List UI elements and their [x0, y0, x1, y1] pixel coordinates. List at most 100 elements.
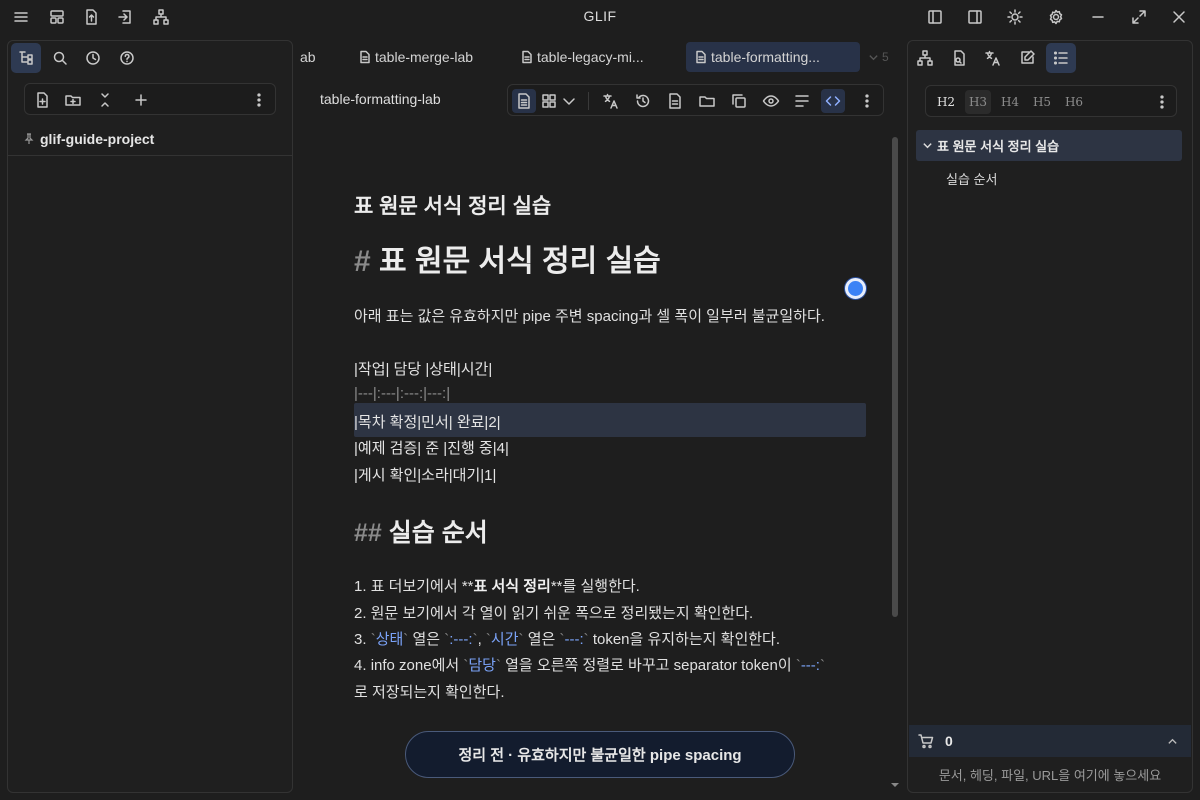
preview-eye-icon[interactable] [759, 89, 783, 113]
file-info-icon[interactable] [663, 89, 687, 113]
tab-previous[interactable]: ab [292, 42, 324, 72]
left-sidebar-toggle-icon[interactable] [924, 6, 946, 28]
right-sidebar-toggle-icon[interactable] [964, 6, 986, 28]
left-sidebar: glif-guide-project [7, 40, 293, 793]
list-text: 표 더보기에서 ** [370, 578, 474, 595]
grid-view-icon[interactable] [537, 89, 561, 113]
inline-code: 시간 [490, 631, 519, 648]
project-root-item[interactable]: glif-guide-project [8, 123, 292, 156]
right-sidebar: H2 H3 H4 H5 H6 표 원문 서식 정리 실습 실습 순서 0 문서,… [907, 40, 1193, 793]
source-code-icon[interactable] [821, 89, 845, 113]
drop-zone-hint[interactable]: 문서, 헤딩, 파일, URL을 여기에 놓으세요 [908, 765, 1192, 784]
translate-icon[interactable] [978, 43, 1008, 73]
linked-file-icon[interactable] [944, 43, 974, 73]
align-left-icon[interactable] [790, 89, 814, 113]
chevron-up-icon[interactable] [1167, 736, 1178, 747]
heading-h4-button[interactable]: H4 [997, 90, 1023, 114]
editor-toolbar [507, 84, 884, 116]
list-item-wrap: 로 저장되는지 확인한다. [354, 684, 505, 701]
close-icon[interactable] [1168, 6, 1190, 28]
tab-table-merge-lab[interactable]: table-merge-lab [350, 42, 481, 72]
table-line: |예제 검증| 준 |진행 중|4| [354, 440, 509, 457]
intro-paragraph: 아래 표는 값은 유효하지만 pipe 주변 spacing과 셀 폭이 일부러… [354, 308, 825, 325]
inline-code: ---: [564, 631, 584, 648]
tab-label: ab [300, 49, 316, 65]
history-icon[interactable] [631, 89, 655, 113]
more-options-icon[interactable] [248, 89, 270, 111]
table-line: |게시 확인|소라|대기|1| [354, 467, 497, 484]
outline-label: 표 원문 서식 정리 실습 [937, 139, 1060, 154]
tab-table-formatting[interactable]: table-formatting... [686, 42, 860, 72]
heading-level-filter: H2 H3 H4 H5 H6 [925, 85, 1177, 117]
inline-code: 담당 [468, 657, 496, 674]
list-item: 3. `상태` 열은 `:---:`, `시간` 열은 `---:` token… [354, 631, 781, 648]
copy-icon[interactable] [727, 89, 751, 113]
list-text: token을 유지하는지 확인한다. [592, 631, 781, 648]
settings-gear-icon[interactable] [1045, 6, 1067, 28]
editor-scrollbar[interactable] [892, 137, 898, 617]
list-number: 4. [354, 657, 367, 674]
file-toolbar [24, 83, 276, 115]
inline-code: 상태 [375, 631, 404, 648]
toolbar-divider [588, 92, 589, 110]
bold-text: 표 서식 정리 [473, 578, 551, 595]
outline-item-h2[interactable]: 실습 순서 [946, 169, 997, 188]
tab-label: table-merge-lab [375, 49, 474, 65]
h1-line: # 표 원문 서식 정리 실습 [354, 236, 661, 280]
new-folder-icon[interactable] [62, 89, 84, 111]
inline-code: :---: [449, 631, 473, 648]
tab-table-legacy[interactable]: table-legacy-mi... [512, 42, 652, 72]
heading-h6-button[interactable]: H6 [1061, 90, 1087, 114]
list-number: 3. [354, 631, 367, 648]
list-number: 1. [354, 578, 367, 595]
file-tree-tab[interactable] [11, 43, 41, 73]
list-item: 1. 표 더보기에서 **표 서식 정리**를 실행한다. [354, 575, 640, 596]
document-icon [522, 50, 532, 64]
h2-text: 실습 순서 [388, 519, 488, 547]
search-icon[interactable] [45, 43, 75, 73]
tab-overflow-count: 5 [882, 50, 889, 64]
title-bar: GLIF [0, 0, 1200, 34]
inline-code: ---: [800, 657, 820, 674]
document-icon [696, 50, 706, 64]
help-icon[interactable] [112, 43, 142, 73]
cart-count: 0 [945, 733, 953, 749]
document-title: table-formatting-lab [320, 91, 441, 107]
collapse-all-icon[interactable] [94, 89, 116, 111]
table-line: |목차 확정|민서| 완료|2| [354, 414, 501, 431]
list-text: 열은 [412, 631, 441, 648]
heading-h5-button[interactable]: H5 [1029, 90, 1055, 114]
cursor-indicator [845, 278, 866, 299]
add-icon[interactable] [130, 89, 152, 111]
document-view-icon[interactable] [512, 89, 536, 113]
outline-item-h1[interactable]: 표 원문 서식 정리 실습 [916, 130, 1182, 161]
heading-h3-button[interactable]: H3 [965, 90, 991, 114]
graph-icon[interactable] [910, 43, 940, 73]
chevron-down-icon [869, 54, 878, 60]
status-pill: 정리 전 · 유효하지만 불균일한 pipe spacing [405, 731, 795, 778]
translate-icon[interactable] [599, 89, 623, 113]
project-name: glif-guide-project [40, 131, 155, 147]
list-text: 열을 오른쪽 정렬로 바꾸고 separator token이 [505, 657, 792, 674]
heading-h2-button[interactable]: H2 [933, 90, 959, 114]
open-folder-icon[interactable] [695, 89, 719, 113]
preview-title: 표 원문 서식 정리 실습 [354, 195, 552, 218]
edit-icon[interactable] [1012, 43, 1042, 73]
chevron-down-icon[interactable] [560, 89, 578, 113]
table-line: |---|:---|:---:|---:| [354, 385, 451, 402]
outline-list-icon[interactable] [1046, 43, 1076, 73]
theme-sun-icon[interactable] [1004, 6, 1026, 28]
pin-icon [24, 133, 34, 144]
more-options-icon[interactable] [855, 89, 879, 113]
more-options-icon[interactable] [1149, 90, 1175, 114]
maximize-icon[interactable] [1128, 6, 1150, 28]
editor-content[interactable]: 표 원문 서식 정리 실습 # 표 원문 서식 정리 실습 아래 표는 값은 유… [300, 130, 900, 792]
history-clock-icon[interactable] [78, 43, 108, 73]
cart-bar[interactable]: 0 [909, 725, 1191, 757]
tab-overflow[interactable]: 5 [864, 42, 898, 72]
new-file-icon[interactable] [31, 89, 53, 111]
h1-hash: # [354, 245, 371, 278]
minimize-icon[interactable] [1087, 6, 1109, 28]
scroll-down-arrow-icon[interactable] [890, 780, 900, 790]
cart-icon [918, 734, 934, 749]
